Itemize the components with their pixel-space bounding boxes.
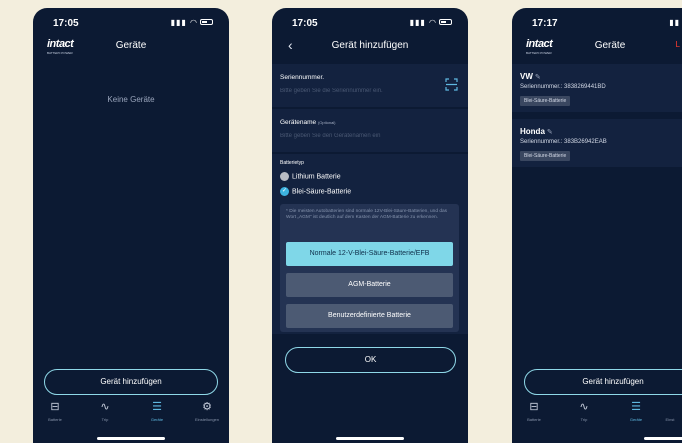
settings-gear-icon: ⚙ [202,401,212,413]
ok-button[interactable]: OK [285,347,456,373]
screen-add-device: 17:05 ▮▮▮ ◠ ‹ Gerät hinzufügen Seriennum… [272,8,468,443]
tab-label: Einstellungen [194,417,220,422]
tab-settings[interactable]: Einst [658,401,682,422]
status-bar: 17:05 ▮▮▮ ◠ [33,8,229,34]
serial-number-field: Seriennummer. [272,64,468,108]
tab-label: Einst [665,417,675,422]
device-name: Honda ✎ [520,127,553,136]
tab-label: Geräte [629,417,643,422]
status-icons: ▮▮▮ ◠ [171,18,213,27]
device-name: VW ✎ [520,72,541,81]
tab-battery[interactable]: ⊟ Batterie [514,401,554,422]
page-title: Geräte [115,40,147,51]
empty-state-text: Keine Geräte [107,95,155,104]
screen-devices-list: 17:17 ▮▮ intact BATTERY-POWER Geräte L V… [512,8,682,443]
serial-number-label: Seriennummer. [280,74,325,81]
edit-icon[interactable]: ✎ [535,74,541,81]
device-name-label: Gerätename (Optional) [280,119,336,126]
device-name-text: VW [520,72,533,81]
wifi-icon: ◠ [190,18,198,27]
devices-icon: ☰ [631,401,641,413]
home-indicator [97,437,165,440]
radio-checked-icon: ✓ [280,187,289,196]
radio-lead-acid[interactable]: ✓ Blei-Säure-Batterie [280,187,351,196]
battery-type-badge: Blei-Säure-Batterie [520,96,571,106]
trip-icon: ∿ [100,401,110,413]
status-bar: 17:17 ▮▮ [512,8,682,34]
home-indicator [644,437,682,440]
battery-status-icon [200,19,213,25]
device-name-text: Honda [520,127,545,136]
header: ‹ Gerät hinzufügen [272,34,468,58]
battery-type-label: Batterietyp [280,160,304,166]
device-name-field: Gerätename (Optional) [272,109,468,153]
app-logo-subtitle: BATTERY-POWER [526,51,552,55]
radio-label: Lithium Batterie [292,173,341,181]
tab-label: Geräte [150,417,164,422]
home-indicator [336,437,404,440]
battery-options-panel: * Die meisten Autobatterien sind normale… [280,204,459,332]
status-time: 17:05 [292,18,318,29]
tab-bar: ⊟ Batterie ∿ Trip ☰ Geräte ⚙ Einstellung… [33,401,229,431]
tab-label: Trip [101,417,109,422]
battery-status-icon [439,19,452,25]
add-device-button[interactable]: Gerät hinzufügen [524,369,682,395]
tab-settings[interactable]: ⚙ Einstellungen [187,401,227,422]
device-card-vw[interactable]: VW ✎ Seriennummer.: 3838269441BD Blei-Säu… [512,64,682,112]
tab-label: Trip [580,417,588,422]
battery-type-badge: Blei-Säure-Batterie [520,151,571,161]
battery-icon: ⊟ [529,401,539,413]
devices-icon: ☰ [152,401,162,413]
status-time: 17:17 [532,18,558,29]
device-name-label-text: Gerätename [280,119,317,126]
battery-type-section: Batterietyp Lithium Batterie ✓ Blei-Säure… [272,154,468,334]
radio-unchecked-icon [280,172,289,181]
option-custom-battery[interactable]: Benutzerdefinierte Batterie [286,304,453,328]
option-normal-lead-acid[interactable]: Normale 12-V-Blei-Säure-Batterie/EFB [286,242,453,266]
tab-label: Batterie [48,417,62,422]
tab-battery[interactable]: ⊟ Batterie [35,401,75,422]
option-agm[interactable]: AGM-Batterie [286,273,453,297]
info-note: * Die meisten Autobatterien sind normale… [286,209,448,220]
device-serial: Seriennummer.: 3838269441BD [520,84,606,90]
device-name-input[interactable] [280,133,440,139]
serial-number-input[interactable] [280,88,440,94]
edit-icon[interactable]: ✎ [547,129,553,136]
status-time: 17:05 [53,18,79,29]
header: intact BATTERY-POWER Geräte L [512,34,682,58]
tab-devices[interactable]: ☰ Geräte [137,401,177,422]
optional-hint: (Optional) [317,120,336,125]
radio-label: Blei-Säure-Batterie [292,188,352,196]
settings-gear-icon [658,401,682,413]
page-title: Geräte [594,40,626,51]
status-icons: ▮▮▮ ◠ [410,18,452,27]
device-card-honda[interactable]: Honda ✎ Seriennummer.: 383B26942EAB Blei-… [512,119,682,167]
page-title: Gerät hinzufügen [331,40,409,51]
tab-label: Batterie [527,417,541,422]
header-action[interactable]: L [676,40,680,49]
tab-trip[interactable]: ∿ Trip [564,401,604,422]
header: intact BATTERY-POWER Geräte [33,34,229,58]
screen-devices-empty: 17:05 ▮▮▮ ◠ intact BATTERY-POWER Geräte … [33,8,229,443]
battery-icon: ⊟ [50,401,60,413]
device-serial: Seriennummer.: 383B26942EAB [520,139,607,145]
tab-trip[interactable]: ∿ Trip [85,401,125,422]
trip-icon: ∿ [579,401,589,413]
signal-icon: ▮▮ [669,18,680,27]
tab-bar: ⊟ Batterie ∿ Trip ☰ Geräte Einst [512,401,682,431]
add-device-button[interactable]: Gerät hinzufügen [44,369,218,395]
tab-devices[interactable]: ☰ Geräte [616,401,656,422]
radio-lithium[interactable]: Lithium Batterie [280,172,341,181]
wifi-icon: ◠ [429,18,437,27]
app-logo-subtitle: BATTERY-POWER [47,51,73,55]
qr-scan-icon[interactable] [445,78,458,91]
status-bar: 17:05 ▮▮▮ ◠ [272,8,468,34]
